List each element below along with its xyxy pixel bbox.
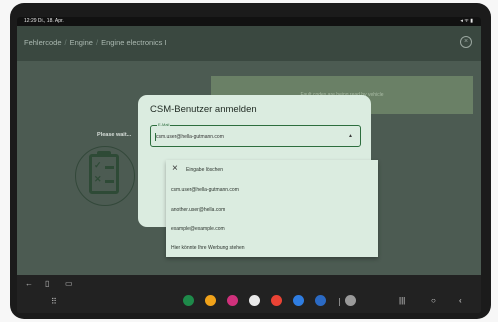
email-value[interactable]: csm.user@hella-gutmann.com <box>156 134 224 140</box>
menu-item-clear-input[interactable]: × Eingabe löschen <box>166 160 378 180</box>
cross-mark-icon: ✕ <box>94 174 102 184</box>
status-time-date: 12:29 Di., 18. Apr. <box>24 18 64 24</box>
menu-item-email[interactable]: another.user@hella.com <box>166 200 378 220</box>
breadcrumb-item-engine-electronics[interactable]: Engine electronics I <box>101 38 166 47</box>
recent-app-icon[interactable] <box>345 295 356 306</box>
email-field-label: E-Mail <box>157 122 171 127</box>
status-bar: 12:29 Di., 18. Apr. ◂ ᯤ ▮ <box>17 17 481 26</box>
chrome-icon[interactable] <box>271 295 282 306</box>
home-icon[interactable]: ○ <box>431 296 436 305</box>
back-icon[interactable]: ‹ <box>459 296 462 305</box>
recents-icon[interactable]: ||| <box>399 296 405 305</box>
breadcrumb-separator: / <box>95 38 99 47</box>
close-x-icon: × <box>172 163 178 174</box>
close-circle-icon[interactable]: × <box>460 36 472 48</box>
checklist-line <box>105 166 114 169</box>
system-nav-bar <box>17 275 481 313</box>
menu-item-label: example@example.com <box>171 226 225 232</box>
email-field[interactable]: E-Mail csm.user@hella-gutmann.com ▲ <box>150 122 361 147</box>
flower-app-icon[interactable] <box>227 295 238 306</box>
messages-icon[interactable] <box>205 295 216 306</box>
menu-item-email[interactable]: csm.user@hella-gutmann.com <box>166 180 378 200</box>
checklist-line <box>105 180 114 183</box>
back-arrow-icon[interactable]: ← <box>25 279 33 288</box>
apps-grid-icon[interactable]: ⠿ <box>51 297 57 306</box>
window-icon[interactable]: ▭ <box>65 279 73 288</box>
app-bar: Fehlercode / Engine / Engine electronics I × <box>17 26 481 61</box>
menu-item-label: csm.user@hella-gutmann.com <box>171 187 239 193</box>
app-icon-green[interactable] <box>183 295 194 306</box>
please-wait-label: Please wait... <box>97 132 132 138</box>
breadcrumb-separator: / <box>64 38 67 47</box>
dock-separator <box>339 298 340 306</box>
menu-item-email[interactable]: example@example.com <box>166 219 378 239</box>
phone-icon[interactable]: ▯ <box>45 279 49 288</box>
dropdown-arrow-icon[interactable]: ▲ <box>348 133 353 139</box>
breadcrumb: Fehlercode / Engine / Engine electronics I <box>24 38 167 47</box>
dialog-title: CSM-Benutzer anmelden <box>150 104 257 115</box>
email-suggestion-menu: × Eingabe löschen csm.user@hella-gutmann… <box>166 160 378 257</box>
play-icon[interactable] <box>293 295 304 306</box>
gmail-icon[interactable] <box>249 295 260 306</box>
breadcrumb-item-engine[interactable]: Engine <box>70 38 93 47</box>
menu-item-label: another.user@hella.com <box>171 207 226 213</box>
status-icons: ◂ ᯤ ▮ <box>460 18 473 24</box>
check-mark-icon: ✓ <box>94 160 102 170</box>
app-icon-blue[interactable] <box>315 295 326 306</box>
menu-item-label: Eingabe löschen <box>186 167 223 173</box>
menu-item-ad[interactable]: Hier könnte Ihre Werbung stehen <box>166 238 378 258</box>
clipboard-clip <box>97 151 111 157</box>
screen: 12:29 Di., 18. Apr. ◂ ᯤ ▮ Fehlercode / Eng… <box>17 17 481 313</box>
menu-item-label: Hier könnte Ihre Werbung stehen <box>171 245 245 251</box>
breadcrumb-item-fehlercode[interactable]: Fehlercode <box>24 38 62 47</box>
